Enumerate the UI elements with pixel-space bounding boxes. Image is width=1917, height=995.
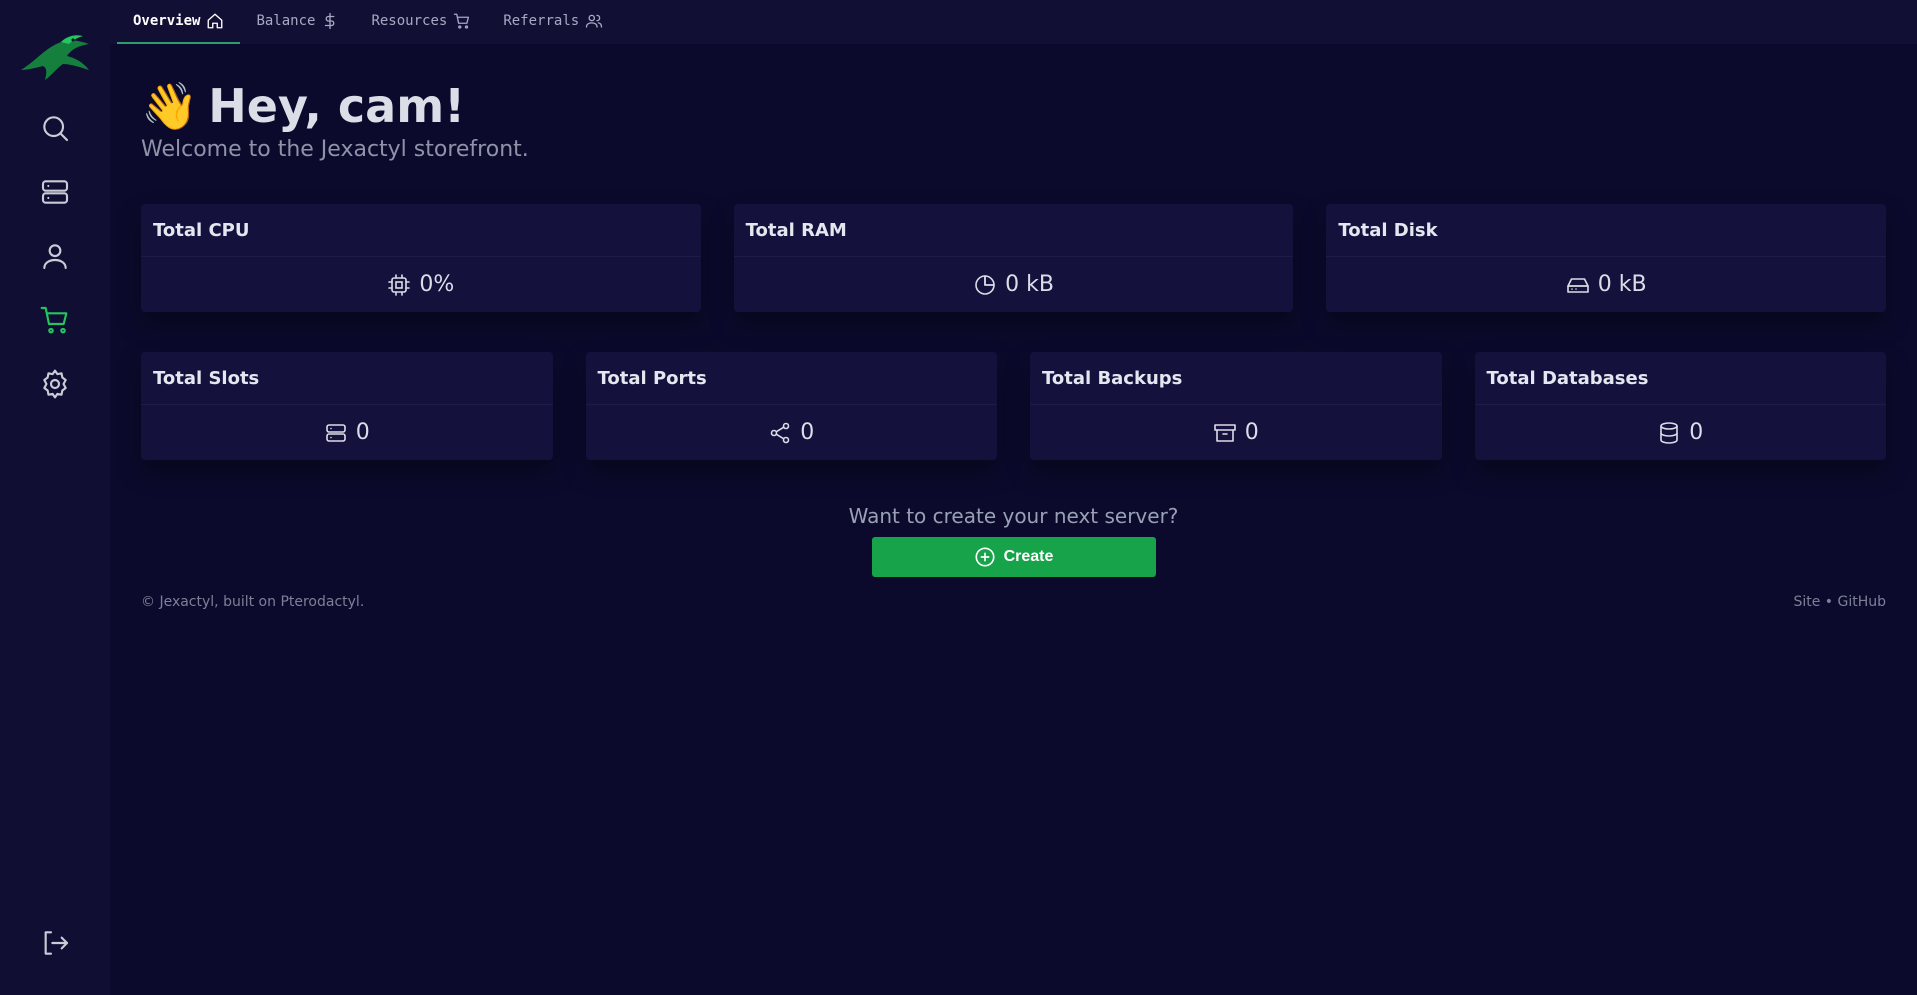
stat-card-disk: Total Disk 0 kB (1326, 204, 1887, 312)
sidebar (0, 0, 110, 995)
logout-icon[interactable] (33, 921, 77, 965)
footer-links[interactable]: Site • GitHub (1793, 594, 1886, 610)
stat-label: Total Backups (1030, 352, 1442, 405)
cart-icon (454, 13, 470, 29)
tab-label: Balance (256, 13, 316, 29)
stat-value: 0 kB (1597, 272, 1647, 297)
page-subtitle: Welcome to the Jexactyl storefront. (141, 137, 529, 162)
archive-icon (1213, 423, 1236, 442)
create-server-cta: Want to create your next server? Create (141, 504, 1886, 577)
stat-label: Total Databases (1474, 352, 1886, 405)
store-icon[interactable] (33, 298, 77, 342)
tab-label: Resources (371, 13, 448, 29)
pie-chart-icon (975, 274, 995, 295)
stat-value: 0 (800, 420, 815, 445)
stat-card-cpu: Total CPU 0% (141, 204, 701, 312)
tab-overview[interactable]: Overview (117, 0, 241, 44)
hard-drive-icon (1566, 277, 1589, 293)
wave-emoji: 👋 (141, 79, 199, 133)
footer-credits: © Jexactyl, built on Pterodactyl. (141, 594, 365, 610)
home-icon (208, 13, 223, 29)
stat-value: 0 kB (1005, 272, 1054, 297)
plus-circle-icon (975, 547, 995, 567)
stats-row-primary: Total CPU 0% Total RAM 0 kB Total Disk 0… (141, 204, 1887, 312)
stat-label: Total CPU (141, 204, 701, 257)
stat-label: Total Disk (1326, 204, 1887, 257)
tab-balance[interactable]: Balance (240, 0, 355, 44)
stat-label: Total Slots (141, 352, 553, 405)
stat-card-ports: Total Ports 0 (585, 352, 997, 460)
stat-value: 0% (419, 272, 455, 297)
users-icon (585, 14, 603, 28)
search-icon[interactable] (33, 106, 77, 150)
dollar-icon (325, 12, 335, 30)
stat-value: 0 (355, 420, 370, 445)
stat-value: 0 (1689, 420, 1704, 445)
footer: © Jexactyl, built on Pterodactyl. Site •… (141, 594, 1886, 610)
settings-icon[interactable] (33, 362, 77, 406)
stat-label: Total Ports (585, 352, 997, 405)
page-title: Hey, cam! (208, 79, 466, 133)
tab-label: Overview (133, 13, 201, 29)
servers-icon[interactable] (33, 170, 77, 214)
account-icon[interactable] (33, 234, 77, 278)
share-icon (770, 422, 790, 443)
stat-card-backups: Total Backups 0 (1030, 352, 1442, 460)
stat-card-slots: Total Slots 0 (141, 352, 553, 460)
main-content: 👋 Hey, cam! Welcome to the Jexactyl stor… (141, 44, 1887, 610)
stat-value: 0 (1244, 420, 1259, 445)
tab-label: Referrals (503, 13, 580, 29)
server-icon (325, 423, 346, 442)
tab-referrals[interactable]: Referrals (487, 0, 619, 44)
cta-text: Want to create your next server? (848, 504, 1179, 528)
database-icon (1660, 421, 1679, 444)
create-button[interactable]: Create (871, 537, 1156, 577)
stats-row-secondary: Total Slots 0 Total Ports 0 Total Backup… (141, 352, 1886, 460)
stat-label: Total RAM (733, 204, 1294, 257)
top-nav: Overview Balance Resources Referrals (110, 0, 1917, 44)
tab-resources[interactable]: Resources (355, 0, 487, 44)
greeting: 👋 Hey, cam! (141, 79, 1886, 133)
cpu-icon (388, 273, 411, 296)
stat-card-databases: Total Databases 0 (1474, 352, 1886, 460)
pterodactyl-logo[interactable] (17, 30, 93, 82)
stat-card-ram: Total RAM 0 kB (733, 204, 1294, 312)
create-button-label: Create (1003, 548, 1054, 565)
